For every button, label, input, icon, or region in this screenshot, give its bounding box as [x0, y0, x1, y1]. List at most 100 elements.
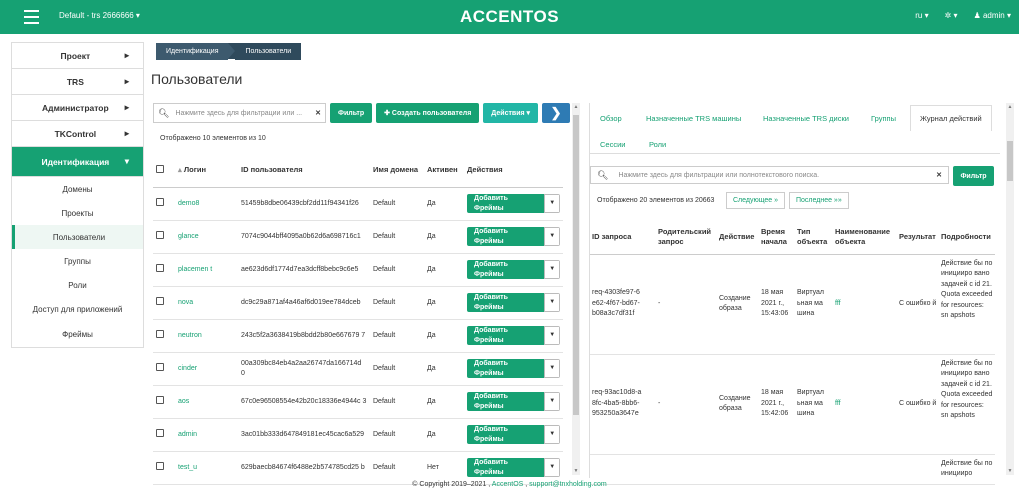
col-object-name[interactable]: Наименование объекта [833, 220, 897, 255]
user-login-link[interactable]: admin [175, 418, 238, 452]
brand-link[interactable]: AccentOS [492, 481, 524, 488]
add-frames-button[interactable]: Добавить Фреймы ▼ [467, 326, 560, 346]
actions-button[interactable]: Действия ▾ [483, 103, 539, 123]
select-all-checkbox[interactable] [156, 164, 164, 173]
breadcrumb-identity[interactable]: Идентификация [156, 43, 229, 60]
tab-groups[interactable]: Группы [871, 114, 896, 123]
table-row[interactable]: test_u 629baecb84674f6488e2b574785cd25 bD… [153, 451, 563, 485]
filter-button[interactable]: Фильтр [330, 103, 373, 123]
right-scrollbar[interactable]: ▲ ▼ [1006, 103, 1014, 475]
add-frames-button[interactable]: Добавить Фреймы ▼ [467, 293, 560, 313]
sidebar-item-project[interactable]: Проект ▸ [12, 43, 143, 69]
row-checkbox[interactable] [156, 230, 164, 239]
left-scrollbar[interactable]: ▲ ▼ [572, 103, 580, 475]
col-result[interactable]: Результат [897, 220, 939, 255]
add-frames-button[interactable]: Добавить Фреймы ▼ [467, 194, 560, 214]
row-checkbox[interactable] [156, 296, 164, 305]
search-input[interactable]: 🔍︎ Нажмите здесь для фильтрации или ... … [153, 103, 326, 123]
table-row[interactable]: cinder 00a309bc84eb4a2aa26747da166714d 0D… [153, 352, 563, 386]
sidebar-sub-frames[interactable]: Фреймы [12, 321, 143, 347]
chevron-down-icon[interactable]: ▼ [544, 293, 560, 313]
chevron-down-icon[interactable]: ▼ [544, 260, 560, 280]
log-row[interactable]: Действие бы по иницииро [590, 454, 995, 485]
sidebar-item-identity[interactable]: Идентификация ▾ [12, 147, 143, 177]
row-checkbox[interactable] [156, 329, 164, 338]
object-name-link[interactable]: fff [833, 254, 897, 355]
chevron-down-icon[interactable]: ▼ [544, 359, 560, 379]
chevron-down-icon[interactable]: ▼ [544, 326, 560, 346]
user-login-link[interactable]: cinder [175, 352, 238, 386]
add-frames-button[interactable]: Добавить Фреймы ▼ [467, 227, 560, 247]
user-login-link[interactable]: glance [175, 220, 238, 254]
table-row[interactable]: neutron 243c5f2a3638419b8bdd2b80e667679 7… [153, 319, 563, 353]
col-parent-request[interactable]: Родительский запрос [656, 220, 717, 255]
user-login-link[interactable]: aos [175, 385, 238, 419]
log-row[interactable]: req-93ac10d8-a 8fc-4ba5-8bb6- 953250a364… [590, 354, 995, 455]
clear-icon[interactable]: ✕ [315, 109, 321, 117]
chevron-down-icon[interactable]: ▼ [544, 194, 560, 214]
row-checkbox[interactable] [156, 461, 164, 470]
scroll-up-icon[interactable]: ▲ [1006, 104, 1014, 110]
chevron-down-icon[interactable]: ▼ [544, 425, 560, 445]
user-login-link[interactable]: placemen t [175, 253, 238, 287]
row-checkbox[interactable] [156, 362, 164, 371]
scroll-down-icon[interactable]: ▼ [1006, 468, 1014, 474]
sidebar-sub-users[interactable]: Пользователи [12, 225, 143, 249]
user-login-link[interactable]: test_u [175, 451, 238, 485]
sidebar-item-trs[interactable]: TRS ▸ [12, 69, 143, 95]
col-object-type[interactable]: Тип объекта [795, 220, 833, 255]
tab-overview[interactable]: Обзор [600, 114, 622, 123]
user-menu[interactable]: ♟ admin ▾ [974, 11, 1011, 20]
user-login-link[interactable]: neutron [175, 319, 238, 353]
row-checkbox[interactable] [156, 428, 164, 437]
sidebar-sub-groups[interactable]: Группы [12, 249, 143, 273]
log-filter-button[interactable]: Фильтр [953, 166, 994, 186]
sidebar-item-tkcontrol[interactable]: TKControl ▸ [12, 121, 143, 147]
row-checkbox[interactable] [156, 263, 164, 272]
table-row[interactable]: demo8 51459b8dbe06439cbf2dd11f94341f26 Def… [153, 187, 563, 221]
sidebar-sub-domains[interactable]: Домены [12, 177, 143, 201]
next-arrow-button[interactable]: ❯ [542, 103, 571, 123]
row-checkbox[interactable] [156, 395, 164, 404]
settings-menu[interactable]: ✲ ▾ [945, 11, 958, 20]
table-row[interactable]: placemen t ae623d6df1774d7ea3dcff8bebc9c6… [153, 253, 563, 287]
language-selector[interactable]: ru ▾ [915, 11, 928, 20]
log-row[interactable]: req-4303fe97-6 e62-4f67-bd67- b08a3c7df3… [590, 254, 995, 355]
sidebar-sub-projects[interactable]: Проекты [12, 201, 143, 225]
table-row[interactable]: glance 7074c9044bff4095a0b62d6a698716c1 De… [153, 220, 563, 254]
object-name-link[interactable]: fff [833, 354, 897, 455]
add-frames-button[interactable]: Добавить Фреймы ▼ [467, 425, 560, 445]
col-request-id[interactable]: ID запроса [590, 220, 656, 255]
log-search-input[interactable]: 🔍︎ Нажмите здесь для фильтрации или полн… [590, 166, 949, 184]
table-row[interactable]: aos 67c0e96508554e42b20c18336e4944c 3 Defa… [153, 385, 563, 419]
user-login-link[interactable]: demo8 [175, 187, 238, 221]
sidebar-item-admin[interactable]: Администратор ▸ [12, 95, 143, 121]
tab-roles[interactable]: Роли [649, 140, 666, 149]
table-row[interactable]: admin 3ac01bb333d647849181ec45cac6a529 Def… [153, 418, 563, 452]
chevron-down-icon[interactable]: ▼ [544, 458, 560, 478]
add-frames-button[interactable]: Добавить Фреймы ▼ [467, 458, 560, 478]
scroll-up-icon[interactable]: ▲ [572, 104, 580, 110]
tab-trs-machines[interactable]: Назначенные TRS машины [646, 114, 741, 123]
col-login[interactable]: Логин [184, 165, 206, 174]
col-domain[interactable]: Имя домена [370, 153, 424, 188]
row-checkbox[interactable] [156, 197, 164, 206]
last-page-button[interactable]: Последнее »» [789, 192, 849, 209]
scroll-down-icon[interactable]: ▼ [572, 468, 580, 474]
next-page-button[interactable]: Следующее » [726, 192, 786, 209]
chevron-down-icon[interactable]: ▼ [544, 227, 560, 247]
tab-action-log[interactable]: Журнал действий [910, 105, 992, 131]
col-start-time[interactable]: Время начала [759, 220, 795, 255]
col-action[interactable]: Действие [717, 220, 759, 255]
add-frames-button[interactable]: Добавить Фреймы ▼ [467, 260, 560, 280]
user-login-link[interactable]: nova [175, 286, 238, 320]
object-name-link[interactable] [833, 454, 897, 485]
sort-icon[interactable]: ▴ [178, 165, 182, 174]
col-active[interactable]: Активен [424, 153, 464, 188]
add-frames-button[interactable]: Добавить Фреймы ▼ [467, 392, 560, 412]
create-user-button[interactable]: ✚ Создать пользователя [376, 103, 480, 123]
chevron-down-icon[interactable]: ▼ [544, 392, 560, 412]
sidebar-sub-app-access[interactable]: Доступ для приложений [12, 297, 143, 321]
tab-trs-disks[interactable]: Назначенные TRS диски [763, 114, 849, 123]
support-email-link[interactable]: support@tnxholding.com [529, 481, 607, 488]
